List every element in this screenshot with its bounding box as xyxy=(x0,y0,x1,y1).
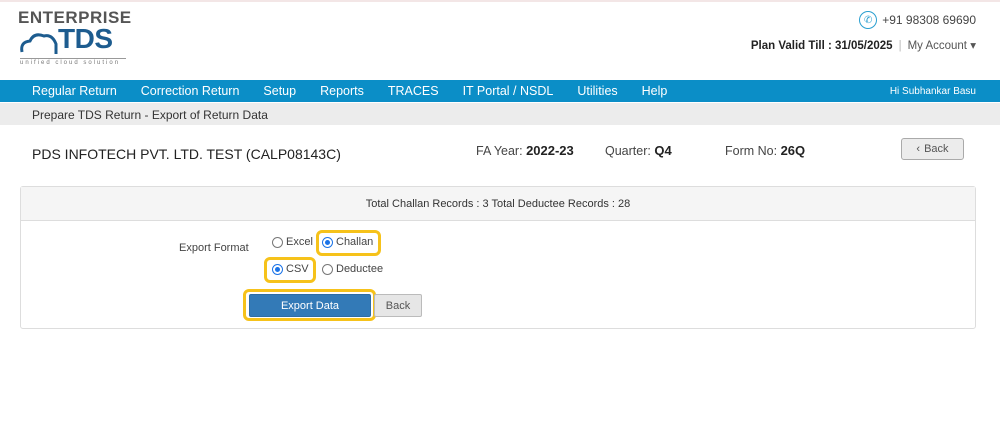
fa-year-label: FA Year: xyxy=(476,144,523,158)
radio-deductee-label: Deductee xyxy=(336,263,384,275)
plan-valid-till: Plan Valid Till : 31/05/2025 xyxy=(750,40,893,52)
quarter: Quarter: Q4 xyxy=(605,143,672,158)
form-no-label: Form No: xyxy=(725,144,778,158)
radio-deductee[interactable]: Deductee xyxy=(322,263,383,275)
export-format-label: Export Format xyxy=(179,242,249,254)
radio-excel-circle[interactable] xyxy=(272,236,283,248)
records-summary: Total Challan Records : 3 Total Deductee… xyxy=(21,187,975,221)
logo-tds: TDS xyxy=(58,23,113,54)
back-label: Back xyxy=(924,143,949,155)
back-button-top[interactable]: ‹ Back xyxy=(901,138,964,160)
nav-utilities[interactable]: Utilities xyxy=(577,84,617,98)
nav-it-portal-nsdl[interactable]: IT Portal / NSDL xyxy=(463,84,554,98)
radio-excel-label: Excel xyxy=(286,236,313,248)
quarter-value: Q4 xyxy=(654,143,672,158)
my-account-label: My Account xyxy=(907,40,968,52)
back-button[interactable]: Back xyxy=(374,294,422,317)
radio-csv-circle[interactable] xyxy=(272,263,283,275)
radio-challan[interactable]: Challan xyxy=(322,236,373,248)
radio-csv[interactable]: CSV xyxy=(272,263,309,275)
form-no-value: 26Q xyxy=(780,143,806,158)
phone-contact: ✆ +91 98308 69690 xyxy=(859,11,976,29)
phone-icon: ✆ xyxy=(859,11,878,29)
caret-down-icon: ▾ xyxy=(970,40,976,52)
nav-help[interactable]: Help xyxy=(642,84,668,98)
separator: | xyxy=(898,40,902,52)
user-greeting: Hi Subhankar Basu xyxy=(889,85,976,97)
export-panel: Total Challan Records : 3 Total Deductee… xyxy=(20,186,976,329)
radio-excel[interactable]: Excel xyxy=(272,236,313,248)
breadcrumb: Prepare TDS Return - Export of Return Da… xyxy=(0,103,1000,125)
top-border xyxy=(0,0,1000,2)
phone-number: +91 98308 69690 xyxy=(882,13,976,27)
plan-info: Plan Valid Till : 31/05/2025 | My Account … xyxy=(751,38,976,52)
fa-year-value: 2022-23 xyxy=(526,143,574,158)
nav-correction-return[interactable]: Correction Return xyxy=(141,84,240,98)
company-name: PDS INFOTECH PVT. LTD. TEST (CALP08143C) xyxy=(32,146,341,162)
chevron-left-icon: ‹ xyxy=(916,143,921,155)
nav-setup[interactable]: Setup xyxy=(263,84,296,98)
enterprise-tds-logo[interactable]: ENTERPRISE TDS unified cloud solution xyxy=(18,8,131,66)
radio-csv-label: CSV xyxy=(286,263,309,275)
fa-year: FA Year: 2022-23 xyxy=(476,143,574,158)
export-data-button[interactable]: Export Data xyxy=(249,294,371,317)
radio-challan-label: Challan xyxy=(336,236,374,248)
quarter-label: Quarter: xyxy=(605,144,651,158)
main-nav: Regular Return Correction Return Setup R… xyxy=(0,80,1000,102)
radio-challan-circle[interactable] xyxy=(322,236,333,248)
nav-reports[interactable]: Reports xyxy=(320,84,364,98)
radio-deductee-circle[interactable] xyxy=(322,263,333,275)
form-no: Form No: 26Q xyxy=(725,143,805,158)
logo-tagline: unified cloud solution xyxy=(20,58,126,66)
cloud-icon xyxy=(20,33,58,54)
nav-traces[interactable]: TRACES xyxy=(388,84,439,98)
nav-regular-return[interactable]: Regular Return xyxy=(32,84,117,98)
my-account-dropdown[interactable]: My Account ▾ xyxy=(908,40,976,52)
